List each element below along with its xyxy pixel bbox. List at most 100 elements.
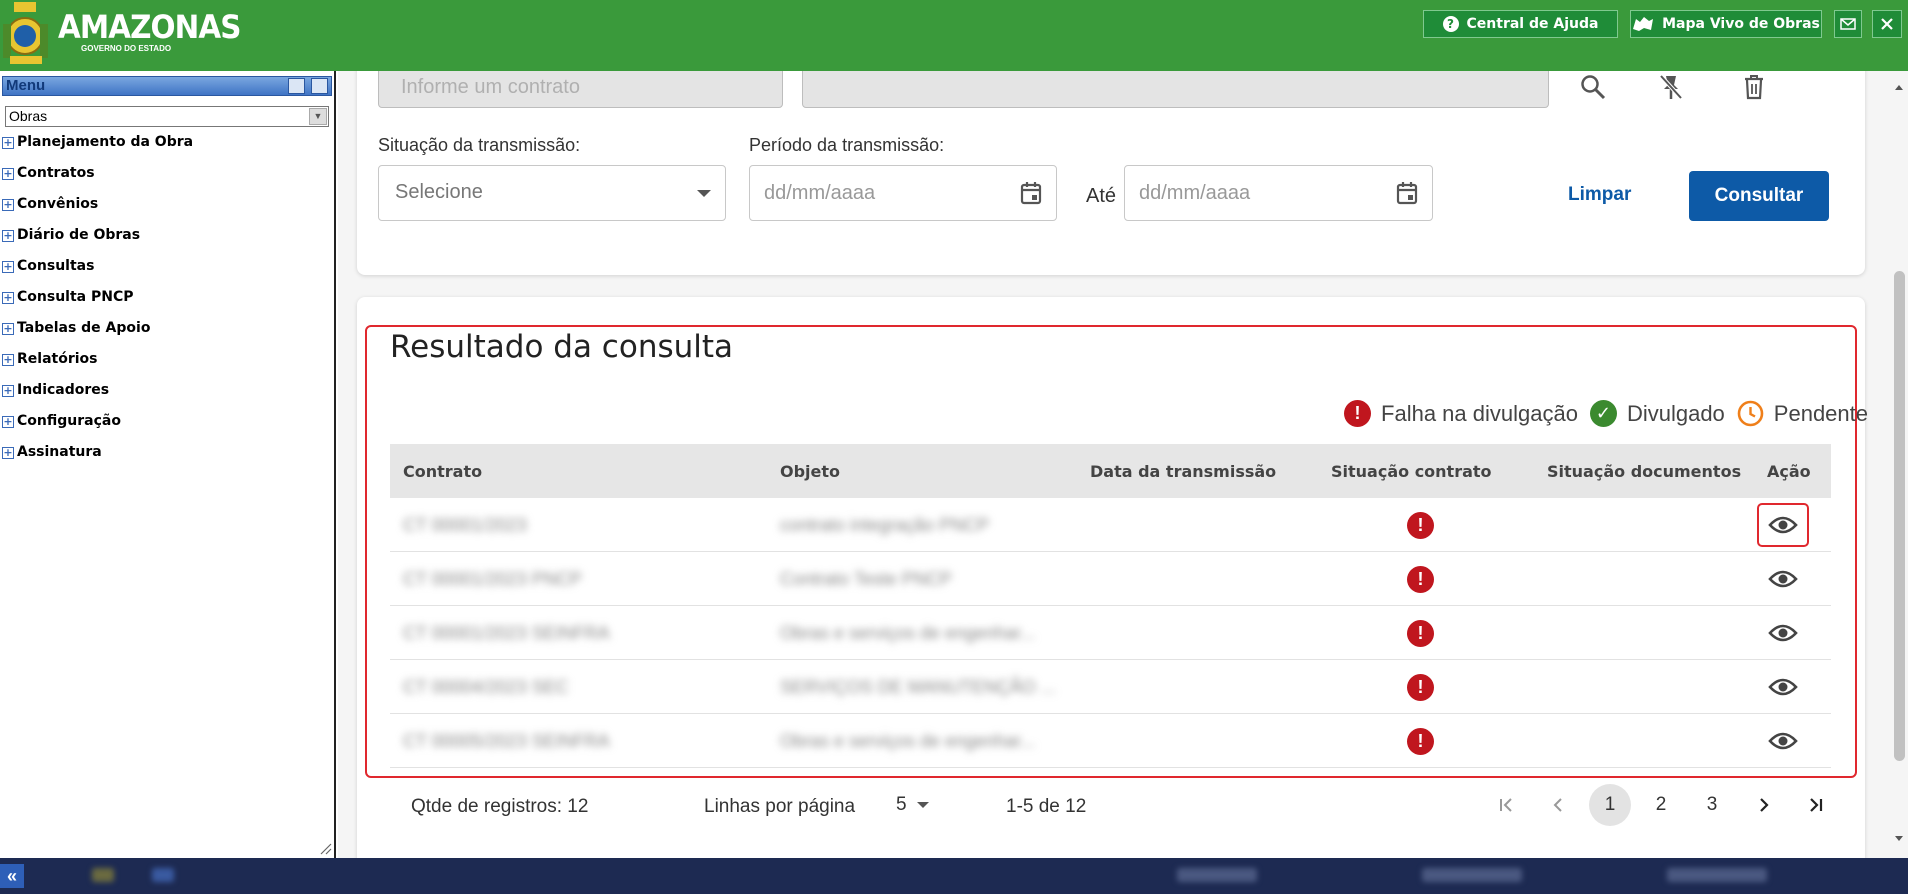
contract-input[interactable]: Informe um contrato (378, 71, 783, 108)
menu-collapse-button[interactable] (288, 78, 305, 94)
mail-button[interactable] (1834, 10, 1862, 38)
view-button[interactable] (1757, 611, 1809, 655)
view-button[interactable] (1757, 665, 1809, 709)
view-button[interactable] (1757, 719, 1809, 763)
col-contract[interactable]: Contrato (403, 462, 482, 481)
menu-pin-button[interactable] (311, 78, 328, 94)
error-icon: ! (1407, 512, 1434, 539)
expand-icon: + (2, 322, 14, 335)
legend-pending-label: Pendente (1773, 400, 1868, 426)
end-date-placeholder: dd/mm/aaaa (1139, 182, 1251, 204)
state-logo[interactable]: AMAZONAS GOVERNO DO ESTADO (0, 0, 241, 71)
prev-page-button[interactable] (1537, 784, 1579, 826)
row-object: Obras e serviços de engenhar... (780, 623, 1036, 643)
col-object[interactable]: Objeto (780, 462, 840, 481)
dropdown-arrow-icon (916, 802, 929, 808)
menu-item-convenios[interactable]: + Convênios (2, 196, 193, 227)
record-count: Qtde de registros: 12 (411, 796, 589, 817)
taskbar-icon[interactable] (152, 868, 174, 882)
object-input[interactable] (802, 71, 1549, 108)
start-date-input[interactable]: dd/mm/aaaa (749, 165, 1057, 221)
search-icon[interactable] (1579, 73, 1607, 101)
col-contract-status[interactable]: Situação contrato (1331, 462, 1492, 481)
expand-icon: + (2, 353, 14, 366)
menu-item-indicadores[interactable]: + Indicadores (2, 382, 193, 413)
legend-fail-label: Falha na divulgação (1381, 400, 1578, 426)
expand-icon: + (2, 384, 14, 397)
module-select-value: Obras (9, 108, 48, 124)
rows-per-page-value: 5 (896, 794, 907, 815)
scroll-down-icon[interactable] (1894, 835, 1904, 843)
row-object: contrato integração PNCP (780, 515, 990, 535)
menu-item-relatorios[interactable]: + Relatórios (2, 351, 193, 382)
chevron-right-icon (1760, 798, 1769, 812)
expand-icon: + (2, 229, 14, 242)
status-info (1177, 868, 1257, 882)
period-label: Período da transmissão: (749, 135, 945, 155)
expand-icon: + (2, 291, 14, 304)
row-contract: CT 00004/2023 SEC (403, 677, 569, 697)
menu-item-consulta-pncp[interactable]: + Consulta PNCP (2, 289, 193, 320)
page-1-button[interactable]: 1 (1589, 784, 1631, 826)
status-select[interactable]: Selecione (378, 165, 726, 221)
view-button[interactable] (1757, 503, 1809, 547)
menu-header: Menu (2, 76, 332, 96)
results-title: Resultado da consulta (390, 329, 734, 365)
chevron-left-icon (1553, 798, 1562, 812)
menu-item-consultas[interactable]: + Consultas (2, 258, 193, 289)
menu-item-configuracao[interactable]: + Configuração (2, 413, 193, 444)
error-icon: ! (1407, 566, 1434, 593)
row-contract: CT 00001/2023 PNCP (403, 569, 582, 589)
next-page-button[interactable] (1743, 784, 1785, 826)
unpin-icon[interactable] (1657, 73, 1685, 101)
help-center-label: Central de Ajuda (1466, 16, 1599, 32)
calendar-icon[interactable] (1020, 181, 1042, 205)
legend-ok-label: Divulgado (1626, 400, 1725, 426)
eye-icon (1768, 732, 1798, 750)
col-date[interactable]: Data da transmissão (1090, 462, 1276, 481)
last-page-button[interactable] (1795, 784, 1837, 826)
menu-item-diario[interactable]: + Diário de Obras (2, 227, 193, 258)
module-select[interactable]: Obras ▼ (5, 106, 329, 127)
table-row: CT 00001/2023 SEINFRA Obras e serviços d… (390, 606, 1831, 660)
first-page-button[interactable] (1485, 784, 1527, 826)
col-action: Ação (1767, 462, 1811, 481)
coat-of-arms-icon (3, 2, 48, 64)
close-button[interactable] (1872, 10, 1902, 38)
resize-grip-icon[interactable] (318, 841, 332, 855)
expand-icon: + (2, 136, 14, 149)
page-2-button[interactable]: 2 (1640, 784, 1682, 826)
view-button[interactable] (1757, 557, 1809, 601)
logo-title: AMAZONAS (58, 8, 241, 46)
chevron-down-icon: ▼ (309, 108, 327, 125)
menu-item-tabelas[interactable]: + Tabelas de Apoio (2, 320, 193, 351)
menu-item-assinatura[interactable]: + Assinatura (2, 444, 193, 475)
col-docs-status[interactable]: Situação documentos (1547, 462, 1741, 481)
page-3-button[interactable]: 3 (1691, 784, 1733, 826)
page-range: 1-5 de 12 (1006, 796, 1087, 817)
taskbar-icon[interactable] (92, 868, 114, 882)
menu-item-planejamento[interactable]: + Planejamento da Obra (2, 134, 193, 165)
table-row: CT 00005/2023 SEINFRA Obras e serviços d… (390, 714, 1831, 768)
live-works-map-button[interactable]: Mapa Vivo de Obras (1630, 10, 1822, 38)
clear-button[interactable]: Limpar (1568, 184, 1631, 206)
help-center-button[interactable]: ? Central de Ajuda (1423, 10, 1618, 38)
menu-item-contratos[interactable]: + Contratos (2, 165, 193, 196)
rows-per-page-select[interactable]: 5 (896, 789, 946, 821)
menu-list: + Planejamento da Obra + Contratos + Convên… (2, 134, 193, 475)
map-icon (1633, 17, 1654, 31)
calendar-icon[interactable] (1396, 181, 1418, 205)
search-button[interactable]: Consultar (1689, 171, 1829, 221)
row-contract: CT 00005/2023 SEINFRA (403, 731, 610, 751)
end-date-input[interactable]: dd/mm/aaaa (1124, 165, 1433, 221)
scroll-up-icon[interactable] (1894, 83, 1904, 91)
clock-icon (1737, 400, 1764, 427)
trash-icon[interactable] (1740, 73, 1768, 101)
expand-taskbar-button[interactable]: « (0, 864, 24, 888)
vertical-scrollbar[interactable] (1890, 71, 1908, 858)
error-icon: ! (1407, 728, 1434, 755)
table-row: CT 00001/2023 contrato integração PNCP ! (390, 498, 1831, 552)
scrollbar-thumb[interactable] (1894, 271, 1905, 761)
expand-icon: + (2, 167, 14, 180)
envelope-icon (1840, 18, 1856, 30)
